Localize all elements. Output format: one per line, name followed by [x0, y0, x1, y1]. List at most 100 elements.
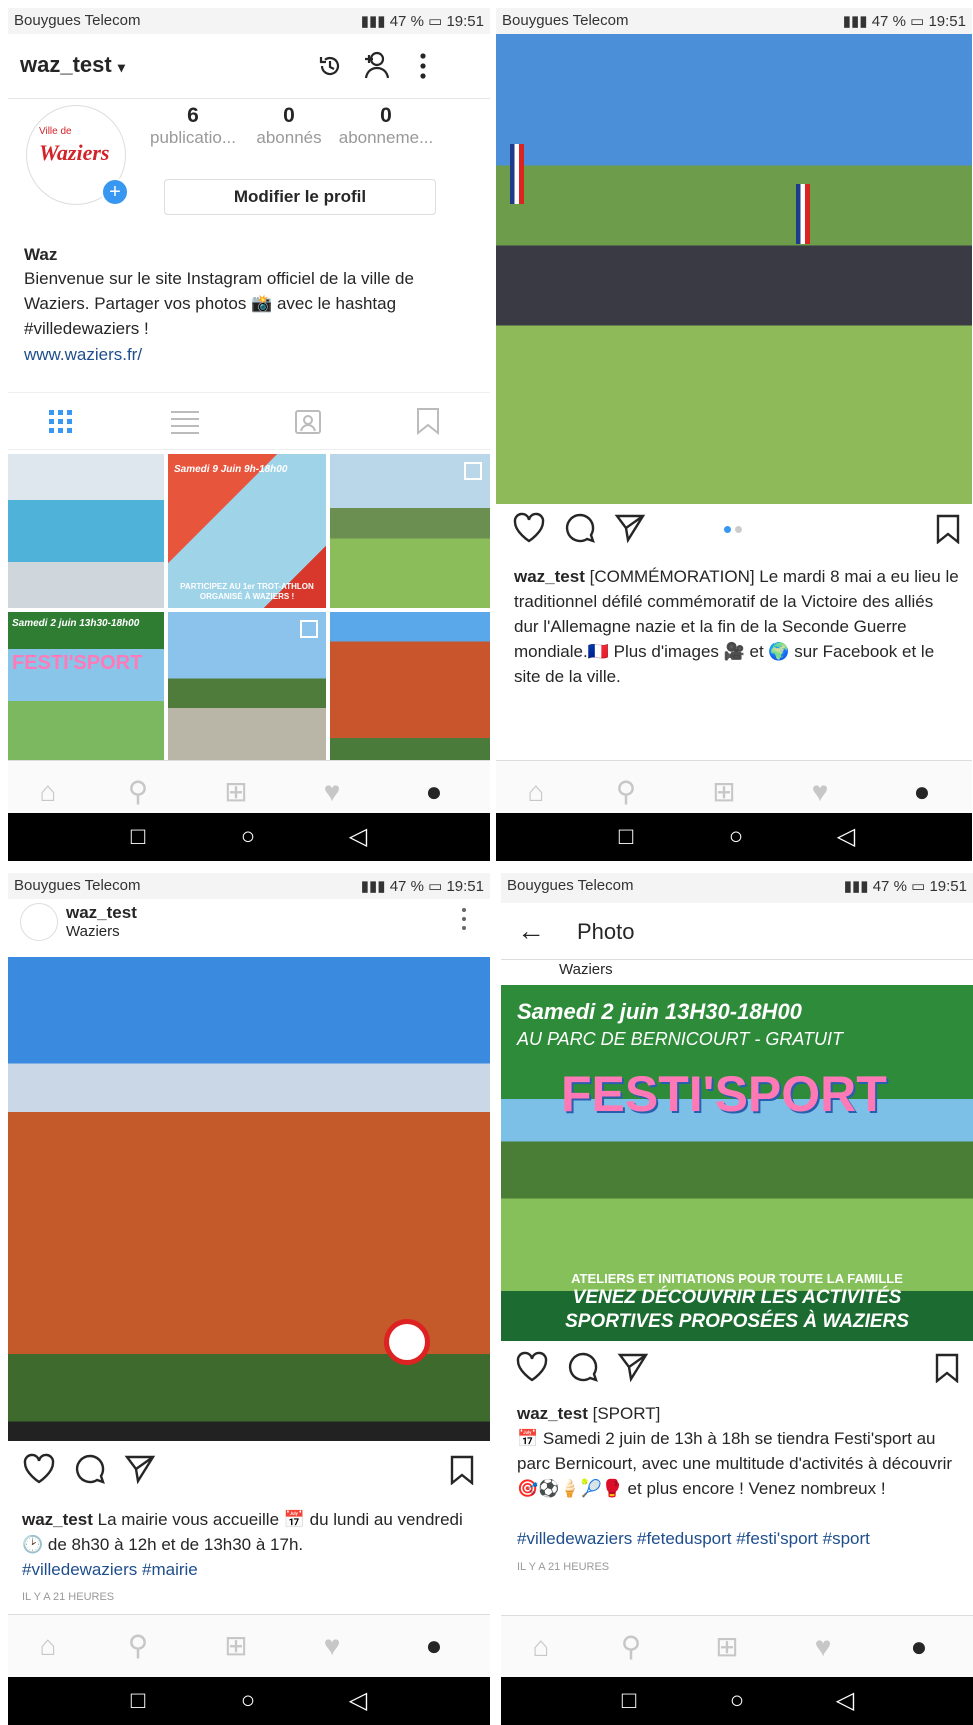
french-flag — [796, 184, 810, 244]
post-location[interactable]: Waziers — [559, 961, 613, 978]
grid-photo-townhall[interactable] — [330, 612, 490, 760]
battery-icon: ▭ — [911, 878, 926, 895]
post-author-avatar[interactable] — [20, 903, 58, 941]
multiple-photos-icon — [464, 462, 482, 480]
home-icon[interactable]: ⌂ — [30, 1629, 66, 1663]
home-circle-icon[interactable]: ○ — [722, 823, 750, 851]
username-switcher[interactable]: waz_test ▾ — [20, 52, 125, 78]
bookmark-icon[interactable] — [450, 1455, 474, 1485]
android-nav: □ ○ ◁ — [496, 813, 972, 861]
bookmark-icon[interactable] — [936, 514, 960, 544]
search-icon[interactable]: ⚲ — [120, 1629, 156, 1663]
grid-photo-festisport[interactable]: Samedi 2 juin 13h30-18h00 FESTI'SPORT — [8, 612, 164, 760]
home-icon[interactable]: ⌂ — [523, 1630, 559, 1664]
activity-heart-icon[interactable]: ♥ — [802, 775, 838, 809]
activity-heart-icon[interactable]: ♥ — [805, 1630, 841, 1664]
like-heart-icon[interactable] — [512, 512, 546, 544]
time-label: 19:51 — [446, 13, 484, 30]
profile-username: waz_test — [20, 52, 112, 77]
share-send-icon[interactable] — [124, 1453, 156, 1485]
recent-apps-icon[interactable]: □ — [124, 1687, 152, 1715]
home-icon[interactable]: ⌂ — [30, 775, 66, 809]
history-icon[interactable] — [316, 52, 344, 80]
add-post-icon[interactable]: ⊞ — [218, 775, 254, 809]
comment-icon[interactable] — [564, 512, 596, 544]
bookmark-icon[interactable] — [935, 1353, 959, 1383]
home-circle-icon[interactable]: ○ — [234, 1687, 262, 1715]
caption-username[interactable]: waz_test — [517, 1404, 588, 1423]
like-heart-icon[interactable] — [22, 1453, 56, 1485]
comment-icon[interactable] — [567, 1351, 599, 1383]
edit-profile-button[interactable]: Modifier le profil — [164, 179, 436, 215]
recent-apps-icon[interactable]: □ — [615, 1687, 643, 1715]
carrier-label: Bouygues Telecom — [14, 12, 141, 29]
saved-icon[interactable] — [416, 407, 440, 435]
like-heart-icon[interactable] — [515, 1351, 549, 1383]
status-bar: Bouygues Telecom ▮▮▮ 47 % ▭ 19:51 — [8, 873, 490, 899]
share-send-icon[interactable] — [617, 1351, 649, 1383]
profile-avatar[interactable]: Ville de Waziers + — [26, 105, 129, 206]
grid-photo-ceremony[interactable] — [168, 612, 326, 760]
tagged-photos-icon[interactable] — [294, 407, 322, 435]
share-send-icon[interactable] — [614, 512, 646, 544]
android-nav: □ ○ ◁ — [8, 1677, 490, 1725]
multiple-photos-icon — [300, 620, 318, 638]
post-photo-ceremony[interactable] — [496, 34, 972, 504]
add-post-icon[interactable]: ⊞ — [706, 775, 742, 809]
more-options-icon[interactable] — [460, 907, 468, 931]
caption-username[interactable]: waz_test — [514, 567, 585, 586]
no-turn-sign — [384, 1319, 430, 1365]
add-user-icon[interactable] — [362, 50, 394, 80]
back-triangle-icon[interactable]: ◁ — [832, 823, 860, 851]
home-circle-icon[interactable]: ○ — [723, 1687, 751, 1715]
list-view-icon[interactable] — [170, 409, 200, 435]
grid-view-icon[interactable] — [48, 409, 74, 435]
caption-username[interactable]: waz_test — [22, 1510, 93, 1529]
grid-photo-trotathlon[interactable]: Samedi 9 Juin 9h-18h00 PARTICIPEZ AU 1er… — [168, 454, 326, 608]
photo-screen-festisport: Bouygues Telecom ▮▮▮ 47 % ▭ 19:51 ← Phot… — [501, 873, 973, 1725]
add-post-icon[interactable]: ⊞ — [218, 1629, 254, 1663]
search-icon[interactable]: ⚲ — [613, 1630, 649, 1664]
search-icon[interactable]: ⚲ — [120, 775, 156, 809]
recent-apps-icon[interactable]: □ — [612, 823, 640, 851]
post-location[interactable]: Waziers — [66, 923, 120, 940]
signal-icon: ▮▮▮ — [843, 878, 873, 895]
back-arrow-icon[interactable]: ← — [517, 915, 545, 947]
post-timestamp: IL Y A 21 HEURES — [22, 1591, 115, 1603]
post-author-username[interactable]: waz_test — [66, 903, 137, 923]
chevron-down-icon: ▾ — [117, 59, 125, 75]
profile-icon[interactable]: ● — [904, 775, 940, 809]
grid-photo-pool[interactable] — [8, 454, 164, 608]
comment-icon[interactable] — [74, 1453, 106, 1485]
profile-bio: Bienvenue sur le site Instagram officiel… — [24, 269, 414, 338]
add-post-icon[interactable]: ⊞ — [709, 1630, 745, 1664]
grid-photo-gathering[interactable] — [330, 454, 490, 608]
post-photo-townhall[interactable] — [8, 957, 490, 1441]
back-triangle-icon[interactable]: ◁ — [344, 823, 372, 851]
profile-icon[interactable]: ● — [901, 1630, 937, 1664]
profile-header: waz_test ▾ — [8, 34, 490, 99]
stat-followers[interactable]: 0 abonnés — [244, 104, 334, 148]
post-hashtags[interactable]: #villedewaziers #mairie — [22, 1557, 198, 1582]
profile-icon[interactable]: ● — [416, 1629, 452, 1663]
battery-label: 47 % — [389, 13, 424, 30]
carousel-dot-active — [724, 526, 731, 533]
photo-header-title: Photo — [577, 919, 635, 944]
back-triangle-icon[interactable]: ◁ — [831, 1687, 859, 1715]
activity-heart-icon[interactable]: ♥ — [314, 1629, 350, 1663]
back-triangle-icon[interactable]: ◁ — [344, 1687, 372, 1715]
more-options-icon[interactable] — [418, 52, 428, 80]
add-story-icon[interactable]: + — [101, 178, 129, 206]
post-photo-festisport-banner[interactable]: Samedi 2 juin 13H30-18H00 AU PARC DE BER… — [501, 985, 973, 1341]
activity-heart-icon[interactable]: ♥ — [314, 775, 350, 809]
post-hashtags[interactable]: #villedewaziers #fetedusport #festi'spor… — [517, 1526, 963, 1551]
home-icon[interactable]: ⌂ — [518, 775, 554, 809]
stat-posts[interactable]: 6 publicatio... — [148, 104, 238, 148]
photo-header: ← Photo — [501, 903, 973, 960]
home-circle-icon[interactable]: ○ — [234, 823, 262, 851]
profile-icon[interactable]: ● — [416, 775, 452, 809]
stat-following[interactable]: 0 abonneme... — [334, 104, 438, 148]
search-icon[interactable]: ⚲ — [608, 775, 644, 809]
profile-website-link[interactable]: www.waziers.fr/ — [24, 342, 142, 367]
recent-apps-icon[interactable]: □ — [124, 823, 152, 851]
